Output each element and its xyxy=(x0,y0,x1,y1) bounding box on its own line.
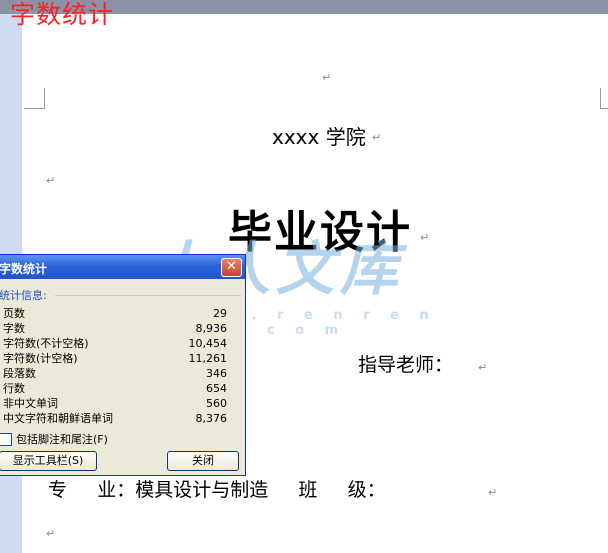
stat-label: 非中文单词 xyxy=(3,397,58,410)
stat-value: 560 xyxy=(206,397,227,410)
stat-value: 654 xyxy=(206,382,227,395)
include-footnotes-option[interactable]: 包括脚注和尾注(F) xyxy=(0,431,108,447)
paragraph-mark: ↵ xyxy=(488,486,498,499)
stat-value: 29 xyxy=(213,307,227,320)
include-footnotes-label: 包括脚注和尾注(F) xyxy=(16,433,108,446)
advisor-label: 指导老师： xyxy=(358,354,454,376)
paragraph-mark: ↵ xyxy=(372,131,382,144)
stat-row: 字数 8,936 xyxy=(3,321,227,336)
stat-row: 字符数(计空格) 11,261 xyxy=(3,351,227,366)
statistics-list: 页数 29 字数 8,936 字符数(不计空格) 10,454 字符数(计空格) 11,… xyxy=(3,306,227,426)
stat-row: 页数 29 xyxy=(3,306,227,321)
stat-value: 346 xyxy=(206,367,227,380)
show-toolbar-button[interactable]: 显示工具栏(S) xyxy=(0,451,97,471)
stat-row: 行数 654 xyxy=(3,381,227,396)
word-count-dialog: 字数统计 ✕ 统计信息: 页数 29 字数 8,936 字符数(不计空格) 10,45… xyxy=(0,254,246,476)
stat-label: 中文字符和朝鲜语单词 xyxy=(3,412,113,425)
stat-label: 字符数(计空格) xyxy=(3,352,78,365)
stat-label: 段落数 xyxy=(3,367,36,380)
paragraph-mark: ↵ xyxy=(322,71,332,84)
stat-row: 段落数 346 xyxy=(3,366,227,381)
stat-row: 中文字符和朝鲜语单词 8,376 xyxy=(3,411,227,426)
major-class-row: 专 业：模具设计与制造 班 级： xyxy=(48,479,386,501)
paragraph-mark: ↵ xyxy=(478,361,488,374)
close-button[interactable]: 关闭 xyxy=(167,451,239,471)
stat-value: 11,261 xyxy=(188,352,228,365)
close-icon[interactable]: ✕ xyxy=(221,258,242,277)
margin-corner-left xyxy=(24,88,45,109)
stat-row: 字符数(不计空格) 10,454 xyxy=(3,336,227,351)
stat-label: 字符数(不计空格) xyxy=(3,337,89,350)
stat-label: 字数 xyxy=(3,322,25,335)
include-footnotes-checkbox[interactable] xyxy=(0,432,12,446)
dialog-titlebar[interactable]: 字数统计 ✕ xyxy=(0,255,245,279)
caption-label: 字数统计 xyxy=(10,0,115,29)
stat-label: 行数 xyxy=(3,382,25,395)
stat-value: 8,376 xyxy=(195,412,228,425)
statistics-group-label: 统计信息: xyxy=(0,289,47,302)
stat-value: 8,936 xyxy=(195,322,228,335)
margin-corner-right xyxy=(600,88,608,109)
stat-row: 非中文单词 560 xyxy=(3,396,227,411)
dialog-title: 字数统计 xyxy=(0,262,48,276)
paragraph-mark: ↵ xyxy=(46,174,56,187)
stat-label: 页数 xyxy=(3,307,25,320)
stat-value: 10,454 xyxy=(188,337,228,350)
group-divider xyxy=(55,295,241,296)
paragraph-mark: ↵ xyxy=(46,527,56,540)
school-name: xxxx 学院 xyxy=(272,125,366,149)
